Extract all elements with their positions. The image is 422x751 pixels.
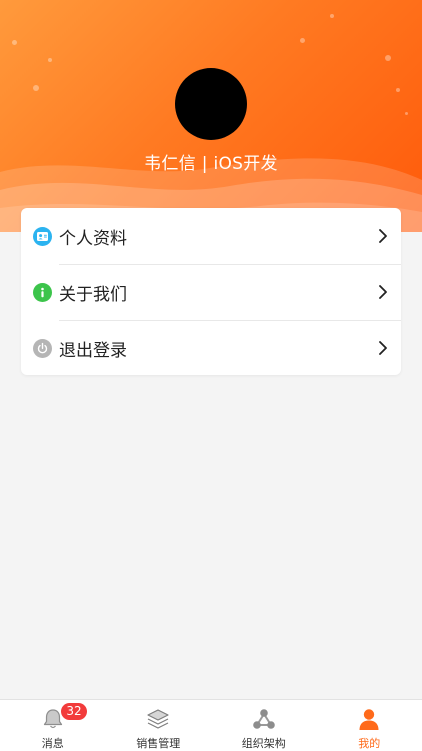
menu-item-profile[interactable]: 个人资料 [21,208,401,264]
tab-label: 消息 [42,735,64,751]
menu-item-label: 关于我们 [59,280,373,305]
user-name-title: 韦仁信 | iOS开发 [0,149,422,174]
chevron-right-icon [373,338,393,358]
power-icon [33,339,52,358]
menu-item-logout[interactable]: 退出登录 [21,320,401,376]
menu-item-label: 退出登录 [59,336,373,361]
layers-icon [145,706,171,732]
profile-card-icon [33,227,52,246]
profile-header: 韦仁信 | iOS开发 [0,0,422,232]
tab-label: 我的 [358,735,380,751]
menu-card: 个人资料 关于我们 退出登录 [21,208,401,375]
tab-mine[interactable]: 我的 [317,700,422,751]
info-icon [33,283,52,302]
menu-item-about[interactable]: 关于我们 [21,264,401,320]
bottom-tab-bar: 32 消息 销售管理 组织架构 我的 [0,699,422,751]
chevron-right-icon [373,226,393,246]
unread-badge: 32 [61,703,87,720]
menu-item-label: 个人资料 [59,224,373,249]
tab-label: 销售管理 [136,735,180,751]
person-icon [356,706,382,732]
tab-messages[interactable]: 32 消息 [0,700,106,751]
tab-sales-management[interactable]: 销售管理 [106,700,212,751]
avatar[interactable] [175,68,247,140]
tab-label: 组织架构 [242,735,286,751]
org-structure-icon [251,706,277,732]
tab-org-structure[interactable]: 组织架构 [211,700,317,751]
chevron-right-icon [373,282,393,302]
